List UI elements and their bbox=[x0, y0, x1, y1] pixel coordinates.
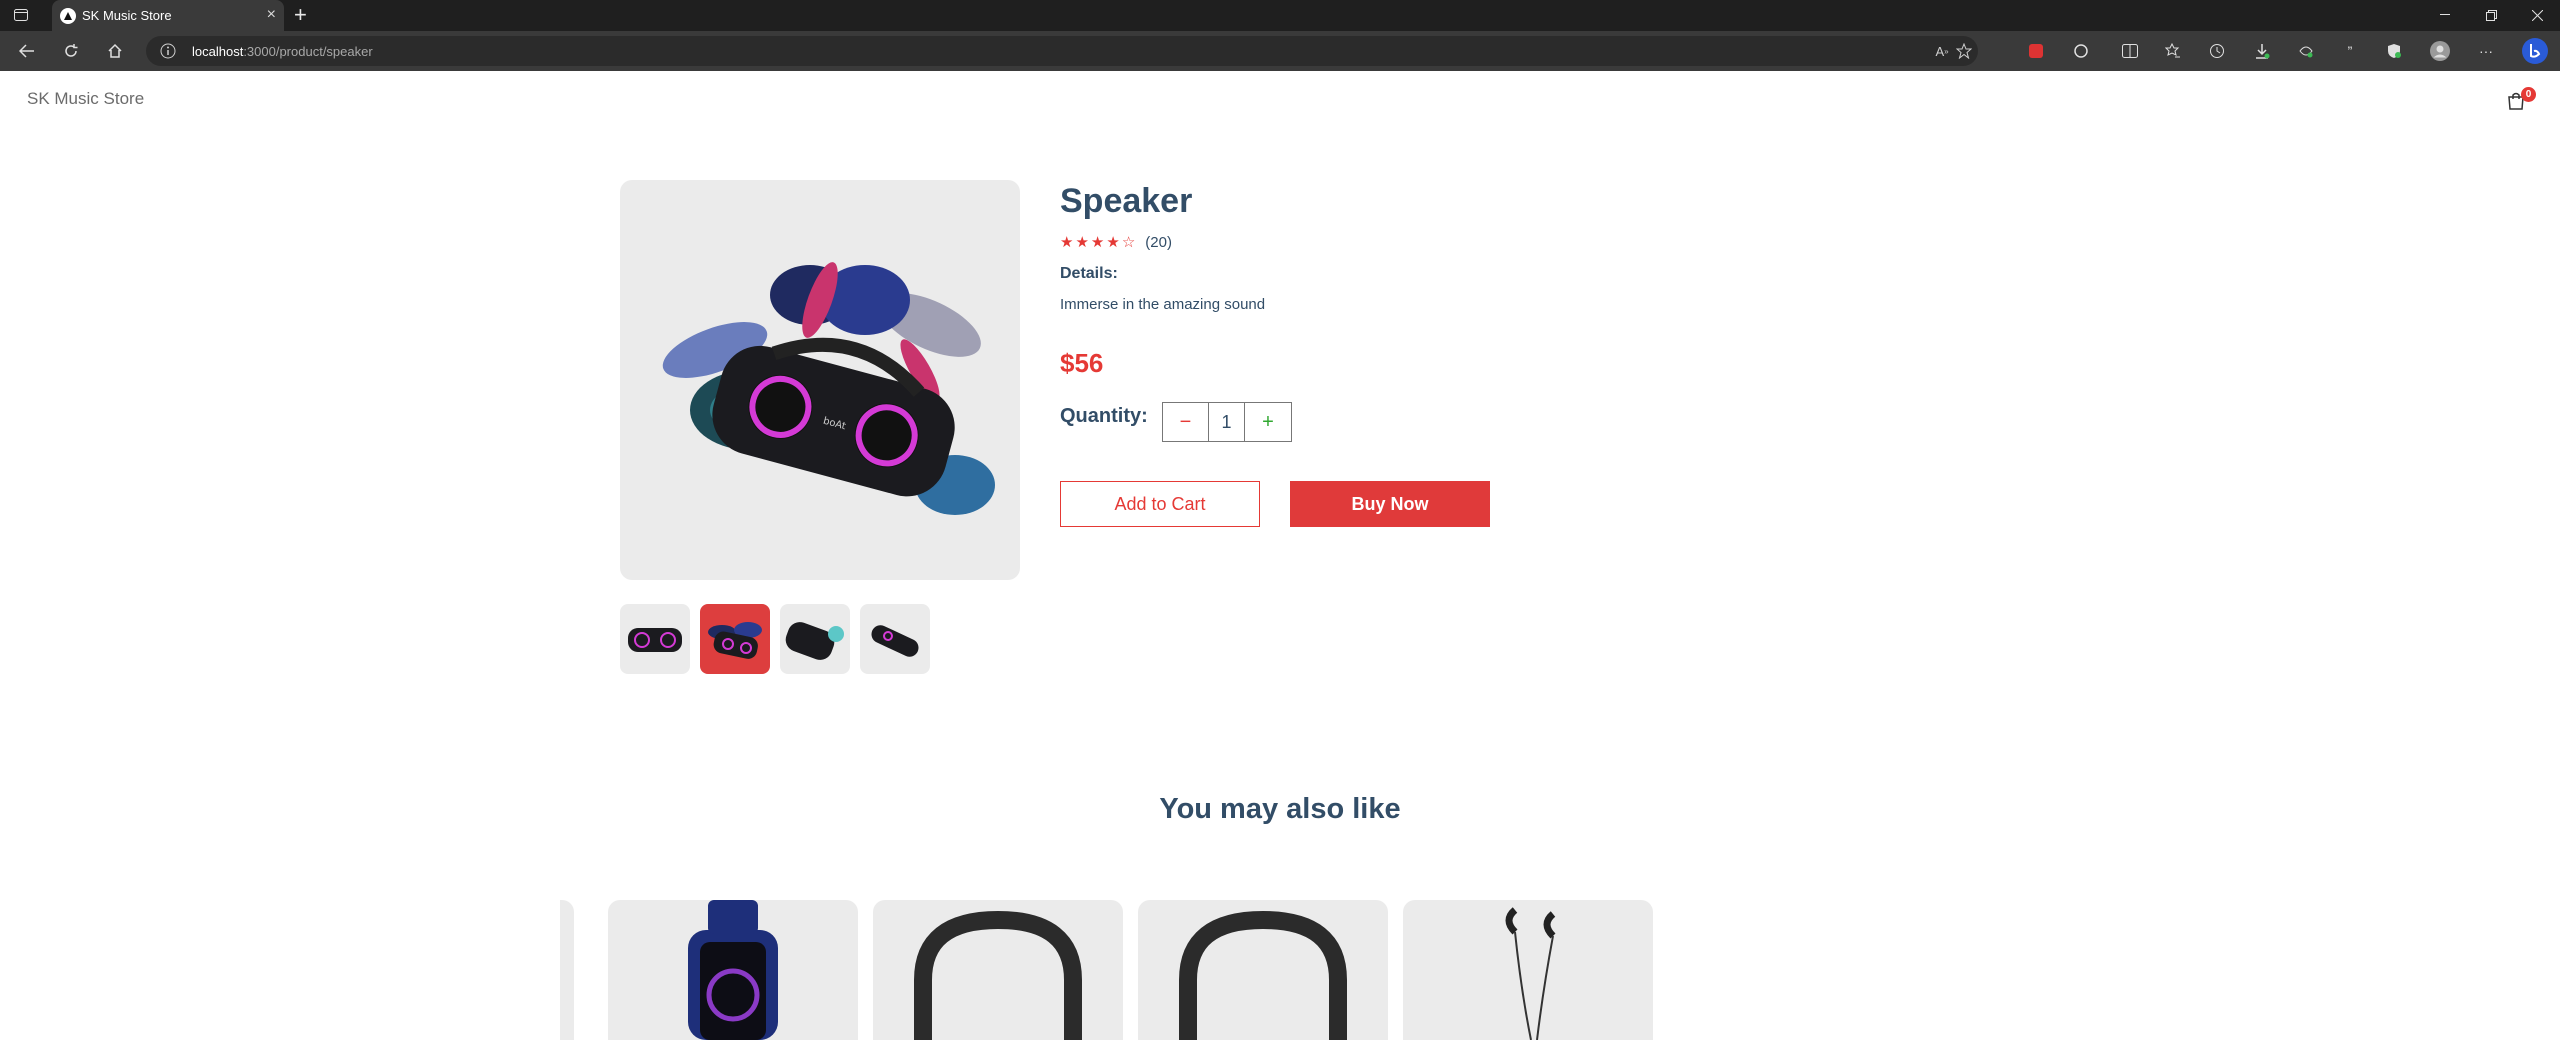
tab-title: SK Music Store bbox=[82, 8, 172, 23]
favorite-star-icon[interactable] bbox=[1954, 42, 1974, 60]
product-price: $56 bbox=[1060, 348, 1104, 378]
read-aloud-icon[interactable]: A» bbox=[1932, 42, 1952, 60]
browser-tab-bar: SK Music Store × + bbox=[0, 0, 2560, 31]
product-card-neckband[interactable] bbox=[873, 900, 1123, 1040]
refresh-icon[interactable] bbox=[60, 40, 82, 62]
thumbnail-speaker-front[interactable] bbox=[620, 604, 690, 674]
extension-sync-icon[interactable] bbox=[2071, 41, 2091, 61]
history-icon[interactable] bbox=[2207, 41, 2227, 61]
star-filled-icon: ★ bbox=[1090, 233, 1105, 251]
recommendations-heading: You may also like bbox=[1159, 793, 1401, 825]
quantity-label: Quantity: bbox=[1060, 405, 1148, 427]
browser-toolbar: localhost:3000/product/speaker A» ” ··· bbox=[0, 31, 2560, 71]
tab-actions-icon[interactable] bbox=[12, 7, 30, 23]
site-info-icon[interactable] bbox=[160, 43, 176, 59]
increase-quantity-button[interactable]: + bbox=[1245, 403, 1291, 441]
url-host: localhost bbox=[192, 44, 244, 59]
star-outline-icon: ☆ bbox=[1121, 233, 1136, 251]
home-icon[interactable] bbox=[104, 40, 126, 62]
star-filled-icon: ★ bbox=[1075, 233, 1089, 251]
quantity-stepper: − 1 + bbox=[1162, 402, 1292, 442]
product-card-smartwatch[interactable] bbox=[608, 900, 858, 1040]
star-filled-icon: ★ bbox=[1106, 233, 1120, 251]
copilot-icon[interactable] bbox=[2522, 38, 2548, 64]
quote-icon[interactable]: ” bbox=[2340, 41, 2360, 61]
favorites-icon[interactable] bbox=[2163, 41, 2183, 61]
restore-icon[interactable] bbox=[2476, 4, 2506, 26]
more-options-icon[interactable]: ··· bbox=[2476, 41, 2496, 61]
product-rating: ★ ★ ★ ★ ☆ (20) bbox=[1060, 234, 1172, 251]
product-main-image: boAt bbox=[620, 180, 1020, 580]
decrease-quantity-button[interactable]: − bbox=[1163, 403, 1209, 441]
extension-red-icon[interactable] bbox=[2026, 41, 2046, 61]
split-screen-icon[interactable] bbox=[2120, 41, 2140, 61]
minimize-icon[interactable] bbox=[2430, 4, 2460, 26]
site-favicon-icon bbox=[60, 8, 76, 24]
downloads-icon[interactable] bbox=[2252, 41, 2272, 61]
browser-essentials-icon[interactable] bbox=[2384, 41, 2404, 61]
url-text[interactable]: localhost:3000/product/speaker bbox=[192, 44, 373, 59]
rating-count: (20) bbox=[1145, 234, 1172, 251]
profile-avatar-icon[interactable] bbox=[2430, 41, 2450, 61]
product-card-neckband[interactable] bbox=[1138, 900, 1388, 1040]
details-label: Details: bbox=[1060, 265, 1118, 282]
product-title: Speaker bbox=[1060, 182, 1193, 220]
cart-count-badge: 0 bbox=[2521, 87, 2536, 102]
address-bar[interactable]: localhost:3000/product/speaker A» bbox=[146, 36, 1978, 66]
star-filled-icon: ★ bbox=[1060, 233, 1074, 251]
close-window-icon[interactable] bbox=[2522, 4, 2552, 26]
back-icon[interactable] bbox=[16, 40, 38, 62]
site-logo[interactable]: SK Music Store bbox=[27, 89, 144, 109]
details-text: Immerse in the amazing sound bbox=[1060, 296, 1266, 313]
new-tab-button[interactable]: + bbox=[294, 3, 307, 27]
product-card-earphones[interactable] bbox=[1403, 900, 1653, 1040]
product-card-partial[interactable] bbox=[560, 900, 574, 1040]
close-tab-icon[interactable]: × bbox=[267, 6, 276, 24]
url-path: :3000/product/speaker bbox=[243, 44, 373, 59]
browser-tab[interactable]: SK Music Store × bbox=[52, 0, 284, 31]
site-header: SK Music Store 0 bbox=[0, 71, 2560, 127]
thumbnail-speaker-side[interactable] bbox=[780, 604, 850, 674]
thumbnail-speaker-plants[interactable] bbox=[700, 604, 770, 674]
product-page: SK Music Store 0 boAt Speaker ★ ★ ★ ★ ☆ … bbox=[0, 71, 2560, 1040]
performance-icon[interactable] bbox=[2296, 41, 2316, 61]
buy-now-button[interactable]: Buy Now bbox=[1290, 481, 1490, 527]
quantity-value: 1 bbox=[1209, 403, 1245, 441]
thumbnail-speaker-angle[interactable] bbox=[860, 604, 930, 674]
add-to-cart-button[interactable]: Add to Cart bbox=[1060, 481, 1260, 527]
